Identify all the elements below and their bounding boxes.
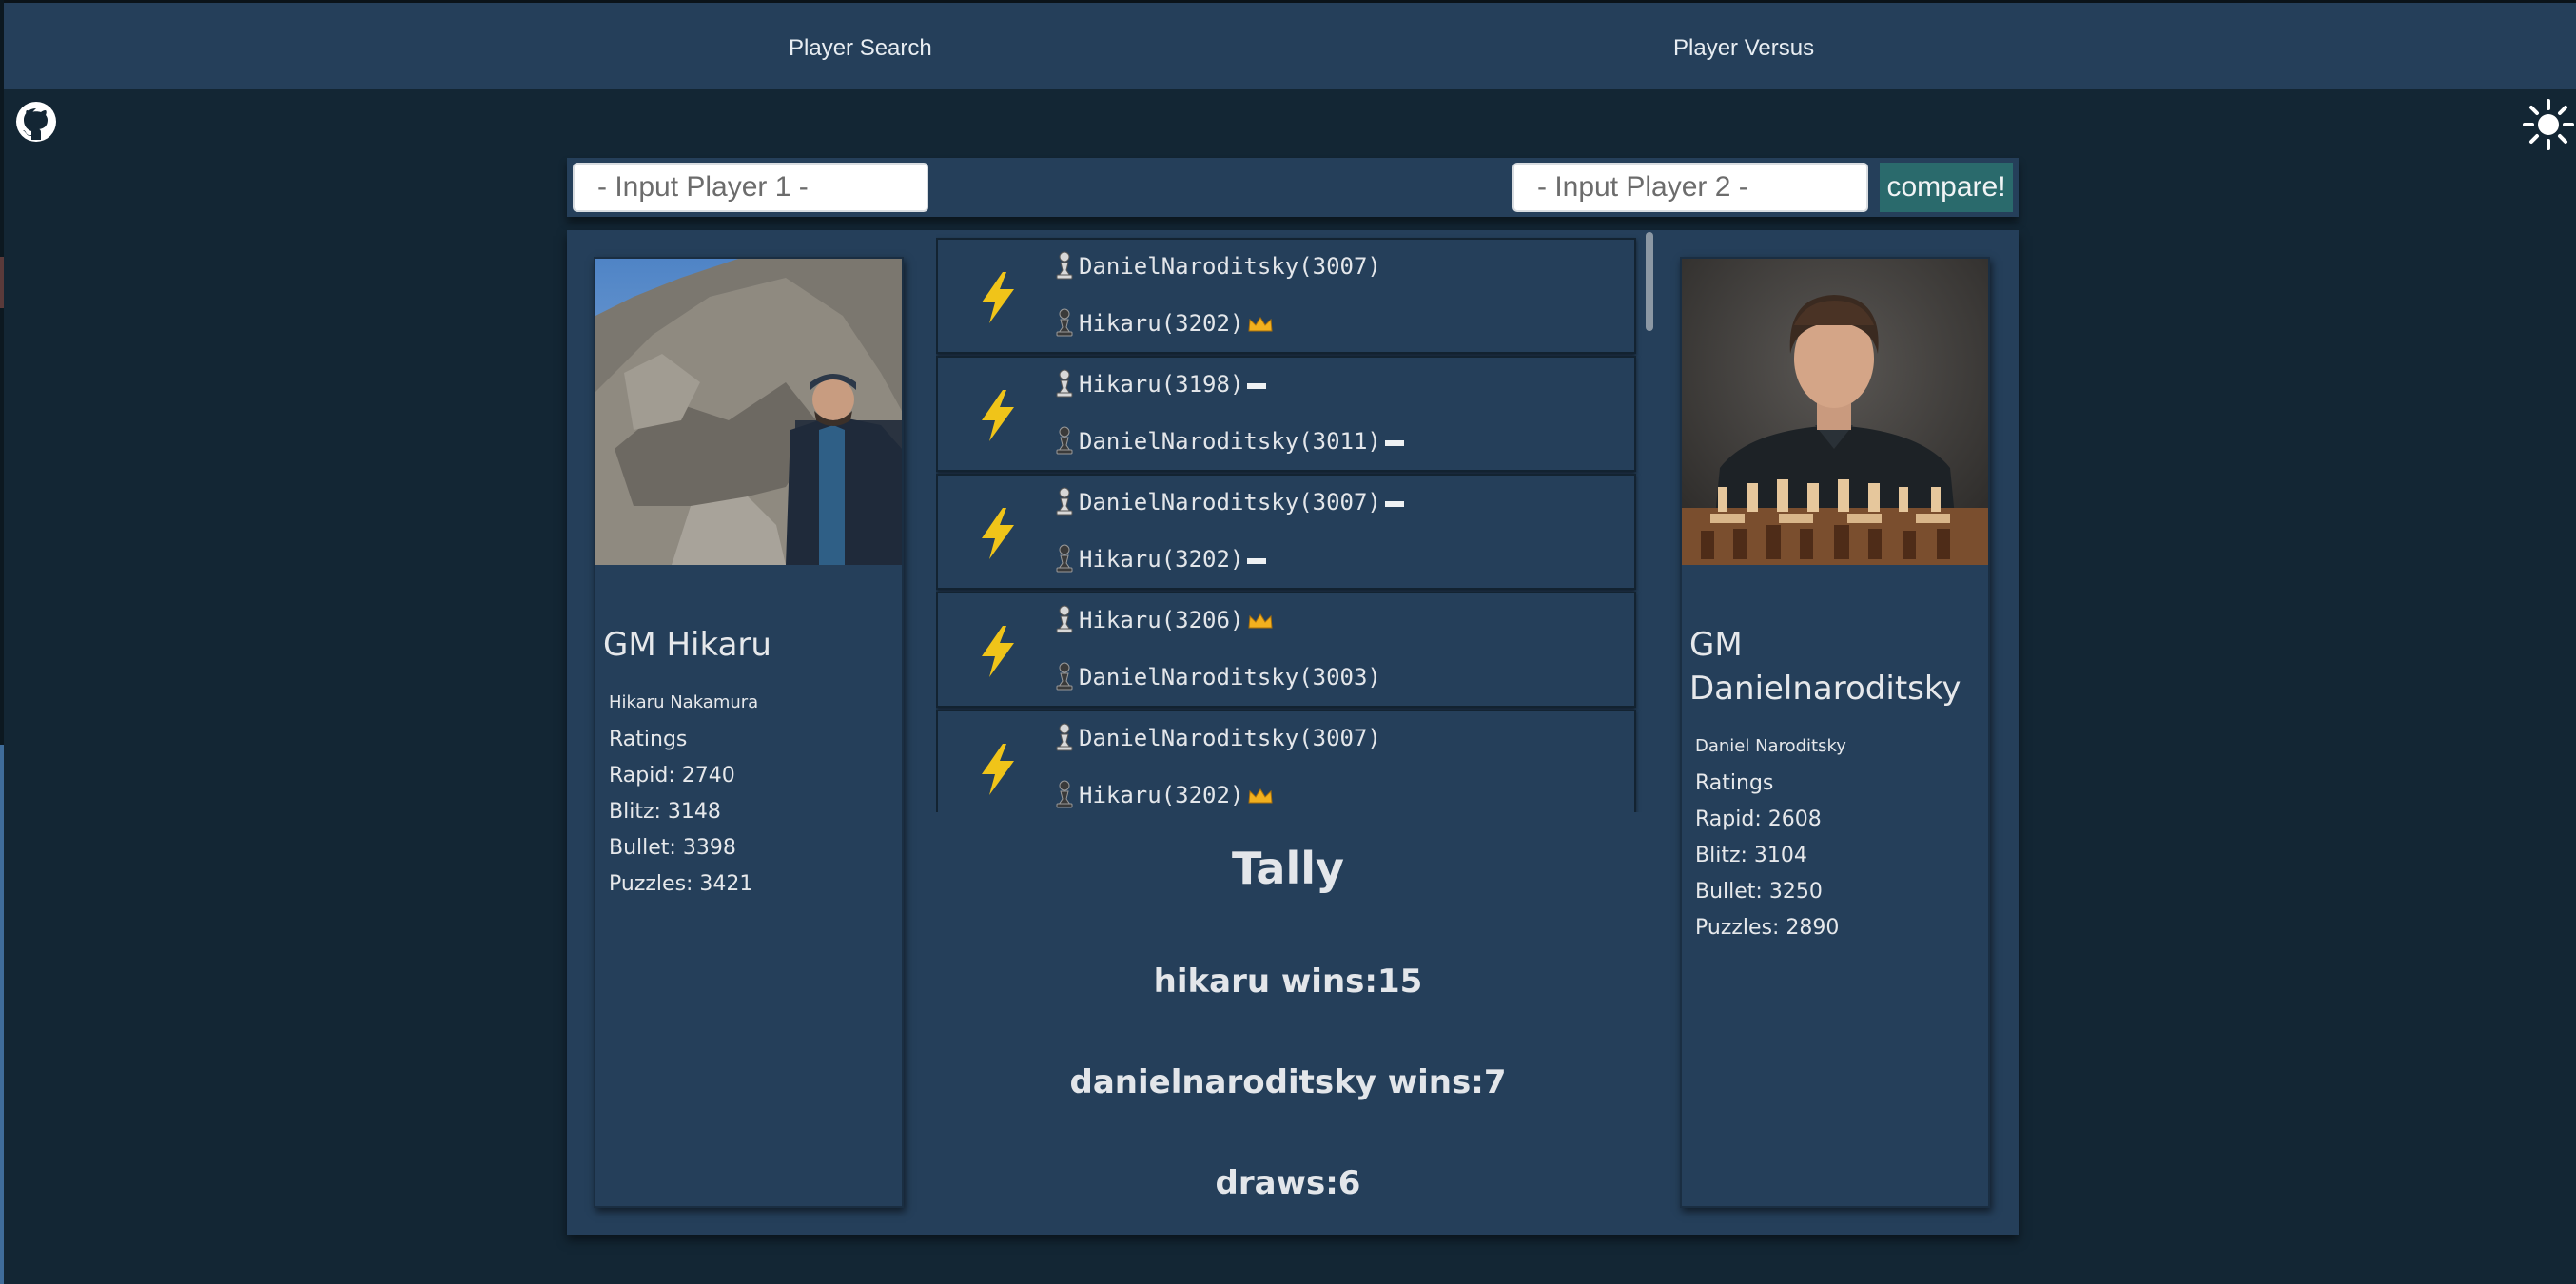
nav-player-versus[interactable]: Player Versus (1673, 35, 1814, 62)
white-player-line: DanielNaroditsky(3007) (1054, 721, 1625, 755)
player2-bullet: Bullet: 3250 (1695, 880, 1823, 904)
white-pawn-icon (1056, 605, 1073, 633)
games-scrollbar-thumb[interactable] (1646, 232, 1653, 331)
tally-title: Tally (1231, 843, 1344, 894)
white-player-line: Hikaru(3198) (1054, 367, 1625, 401)
game-row[interactable]: DanielNaroditsky(3007) Hikaru(3202) (936, 238, 1636, 354)
black-pawn-icon (1056, 426, 1073, 455)
nav-player-search[interactable]: Player Search (789, 35, 932, 62)
black-pawn-icon (1056, 308, 1073, 337)
white-pawn-icon (1056, 487, 1073, 516)
player1-bullet: Bullet: 3398 (609, 836, 736, 860)
draw-dash-icon (1384, 440, 1404, 446)
player2-rapid: Rapid: 2608 (1695, 807, 1822, 831)
game-row[interactable]: DanielNaroditsky(3007) Hikaru(3202) (936, 474, 1636, 590)
black-player-line: DanielNaroditsky(3011) (1054, 424, 1625, 458)
top-navbar: Player Search Player Versus (4, 0, 2576, 89)
games-scrollbar[interactable] (1642, 230, 1655, 812)
white-player-line: DanielNaroditsky(3007) (1054, 485, 1625, 519)
white-player-line: DanielNaroditsky(3007) (1054, 249, 1625, 283)
white-player-name[interactable]: DanielNaroditsky(3007) (1079, 253, 1381, 280)
player1-avatar (595, 259, 902, 565)
black-player-line: Hikaru(3202) (1054, 542, 1625, 576)
black-pawn-icon (1056, 780, 1073, 808)
player1-ratings-label: Ratings (609, 728, 688, 751)
black-player-name[interactable]: Hikaru(3202) (1079, 310, 1243, 337)
player1-input[interactable] (573, 163, 928, 212)
player2-title: GM Danielnaroditsky (1689, 626, 1961, 708)
sun-icon[interactable] (2523, 99, 2574, 150)
player2-ratings-label: Ratings (1695, 771, 1774, 795)
crown-icon (1248, 613, 1273, 629)
black-player-name[interactable]: Hikaru(3202) (1079, 782, 1243, 808)
player2-puzzles: Puzzles: 2890 (1695, 916, 1840, 940)
black-player-name[interactable]: DanielNaroditsky(3011) (1079, 428, 1381, 455)
comparison-panel: GM Hikaru Hikaru Nakamura Ratings Rapid:… (567, 230, 2019, 1235)
game-row[interactable]: Hikaru(3206) DanielNaroditsky(3003) (936, 592, 1636, 708)
black-player-name[interactable]: Hikaru(3202) (1079, 546, 1243, 573)
lightning-bolt-icon (982, 508, 1014, 559)
compare-button[interactable]: compare! (1880, 163, 2013, 212)
tally-draws: draws:6 (1215, 1164, 1361, 1202)
player1-puzzles: Puzzles: 3421 (609, 872, 753, 896)
window-edge (0, 0, 4, 1284)
lightning-bolt-icon (982, 272, 1014, 323)
game-row[interactable]: DanielNaroditsky(3007) Hikaru(3202) (936, 710, 1636, 812)
player2-card: GM Danielnaroditsky Daniel Naroditsky Ra… (1680, 257, 1990, 1208)
player2-avatar (1682, 259, 1988, 565)
draw-dash-icon (1247, 558, 1267, 564)
lightning-bolt-icon (982, 744, 1014, 795)
white-player-name[interactable]: DanielNaroditsky(3007) (1079, 725, 1381, 751)
black-player-line: Hikaru(3202) (1054, 306, 1625, 340)
white-pawn-icon (1056, 369, 1073, 398)
player2-blitz: Blitz: 3104 (1695, 844, 1807, 867)
white-player-line: Hikaru(3206) (1054, 603, 1625, 637)
player2-real-name: Daniel Naroditsky (1695, 736, 1846, 756)
lightning-bolt-icon (982, 626, 1014, 677)
player1-real-name: Hikaru Nakamura (609, 692, 759, 712)
game-row[interactable]: Hikaru(3198) DanielNaroditsky(3011) (936, 356, 1636, 472)
white-pawn-icon (1056, 723, 1073, 751)
black-player-line: Hikaru(3202) (1054, 778, 1625, 812)
crown-icon (1248, 317, 1273, 332)
games-list[interactable]: DanielNaroditsky(3007) Hikaru(3202) Hikaru… (936, 230, 1655, 812)
tally-player1-wins: hikaru wins:15 (1153, 963, 1423, 1001)
player1-card: GM Hikaru Hikaru Nakamura Ratings Rapid:… (594, 257, 904, 1208)
white-pawn-icon (1056, 251, 1073, 280)
github-icon[interactable] (15, 101, 57, 143)
white-player-name[interactable]: Hikaru(3206) (1079, 607, 1243, 633)
player2-info: Daniel Naroditsky Ratings Rapid: 2608 Bl… (1695, 736, 1981, 946)
black-player-line: DanielNaroditsky(3003) (1054, 660, 1625, 694)
player1-title: GM Hikaru (603, 626, 771, 664)
white-player-name[interactable]: Hikaru(3198) (1079, 371, 1243, 398)
crown-icon (1248, 788, 1273, 804)
black-player-name[interactable]: DanielNaroditsky(3003) (1079, 664, 1381, 691)
draw-dash-icon (1384, 501, 1404, 507)
player1-info: Hikaru Nakamura Ratings Rapid: 2740 Blit… (609, 692, 894, 903)
lightning-bolt-icon (982, 390, 1014, 441)
compare-bar: compare! (567, 158, 2019, 217)
black-pawn-icon (1056, 662, 1073, 691)
player2-input[interactable] (1512, 163, 1868, 212)
draw-dash-icon (1247, 383, 1267, 389)
white-player-name[interactable]: DanielNaroditsky(3007) (1079, 489, 1381, 516)
black-pawn-icon (1056, 544, 1073, 573)
player1-rapid: Rapid: 2740 (609, 764, 735, 788)
tally-player2-wins: danielnaroditsky wins:7 (1069, 1063, 1507, 1101)
player1-blitz: Blitz: 3148 (609, 800, 721, 824)
